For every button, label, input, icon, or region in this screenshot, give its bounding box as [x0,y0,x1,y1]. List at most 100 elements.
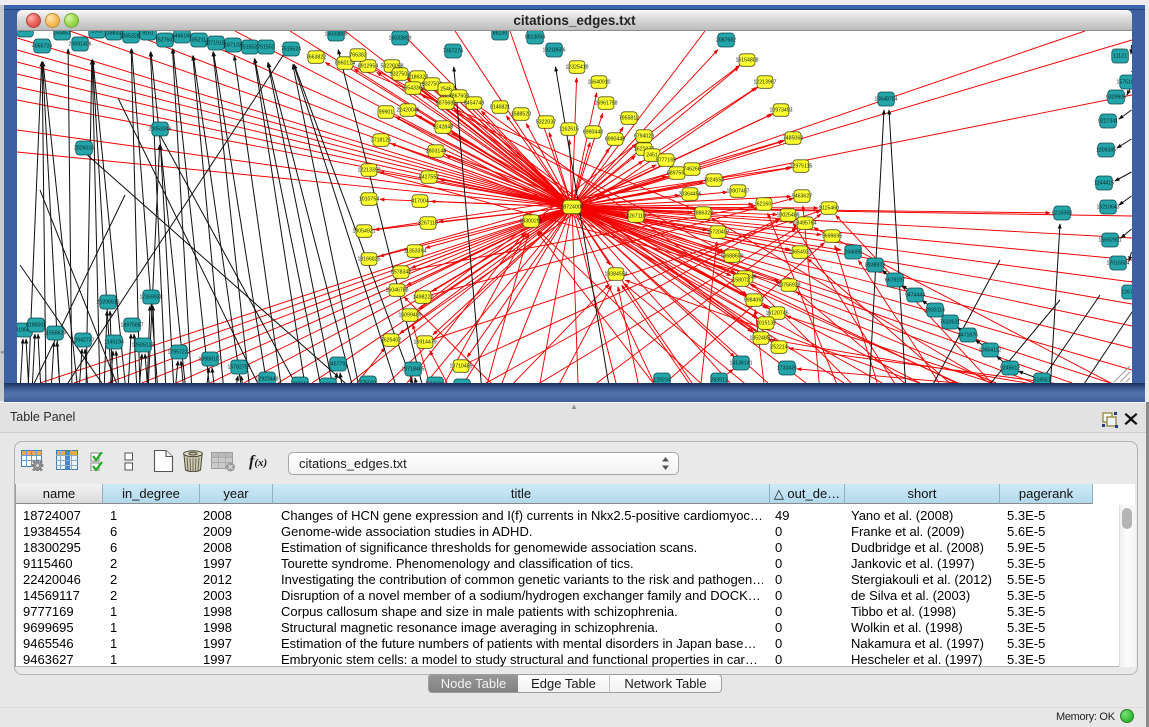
svg-text:7357274: 7357274 [443,49,463,55]
svg-text:8960124: 8960124 [335,61,355,67]
svg-text:13524851: 13524851 [749,336,772,342]
svg-text:252214: 252214 [770,345,787,351]
svg-text:3024554: 3024554 [704,178,724,184]
svg-text:17957223: 17957223 [167,350,190,356]
svg-text:1010754: 1010754 [359,197,379,203]
svg-text:16046788: 16046788 [385,288,408,294]
svg-text:9242848: 9242848 [433,125,453,131]
svg-text:22420046: 22420046 [396,108,419,114]
svg-text:10958107: 10958107 [198,357,221,363]
svg-text:9115460: 9115460 [819,206,839,212]
svg-text:16961758: 16961758 [594,101,617,107]
svg-text:10025488: 10025488 [776,213,799,219]
svg-text:6466160: 6466160 [172,34,192,40]
svg-text:62160: 62160 [757,202,772,208]
svg-text:8578342: 8578342 [391,270,411,276]
svg-text:20756928: 20756928 [777,283,800,289]
svg-text:9329906: 9329906 [1106,95,1126,101]
svg-text:3267110: 3267110 [626,214,646,220]
svg-text:10973493: 10973493 [769,108,792,114]
svg-text:169451: 169451 [53,31,70,37]
svg-text:158072: 158072 [732,278,749,284]
svg-text:8215958: 8215958 [1052,211,1072,217]
svg-text:16154808: 16154808 [735,58,758,64]
svg-text:6679197: 6679197 [885,278,905,284]
svg-text:164095: 164095 [844,250,861,256]
svg-text:9151: 9151 [142,31,154,37]
svg-text:9699695: 9699695 [822,234,842,240]
svg-text:7663822: 7663822 [306,55,326,61]
svg-text:16033809: 16033809 [324,32,347,38]
svg-text:12923448: 12923448 [255,377,278,383]
svg-text:9457791: 9457791 [328,362,348,368]
svg-text:1145194: 1145194 [104,340,124,346]
svg-text:1003: 1003 [91,31,103,35]
svg-text:17359938: 17359938 [139,295,162,301]
svg-text:12942737: 12942737 [71,338,94,344]
svg-text:746266: 746266 [683,167,700,173]
svg-text:19166825: 19166825 [357,257,380,263]
svg-text:751552: 751552 [257,45,274,51]
svg-text:19975887: 19975887 [120,323,143,329]
svg-text:5875685: 5875685 [436,101,456,107]
svg-text:1015132: 1015132 [756,321,776,327]
svg-text:9984067: 9984067 [744,298,764,304]
svg-text:8195001: 8195001 [26,323,46,329]
svg-text:9777169: 9777169 [656,158,676,164]
svg-text:7515524: 7515524 [281,47,301,53]
svg-text:13654923: 13654923 [788,250,811,256]
svg-text:1209385: 1209385 [1096,148,1116,154]
svg-text:9245612: 9245612 [1000,366,1020,372]
svg-text:2803144: 2803144 [426,149,446,155]
svg-text:20364456: 20364456 [678,192,701,198]
svg-text:20053346: 20053346 [148,127,171,133]
svg-text:12505135: 12505135 [131,343,154,349]
svg-text:1162615: 1162615 [559,127,579,133]
svg-text:10648784: 10648784 [874,97,897,103]
svg-text:12325419: 12325419 [565,65,588,71]
svg-text:16099489: 16099489 [398,313,421,319]
svg-text:8813054: 8813054 [525,35,545,41]
svg-text:10653287: 10653287 [119,34,142,40]
svg-text:7632621: 7632621 [940,320,960,326]
svg-text:12975115: 12975115 [790,164,813,170]
svg-text:10688609: 10688609 [720,254,743,260]
svg-text:15751034: 15751034 [1116,80,1132,86]
svg-text:8938923: 8938923 [865,263,885,269]
svg-text:8912954: 8912954 [358,64,378,70]
svg-text:19384554: 19384554 [604,272,627,278]
svg-text:14136141: 14136141 [729,361,752,367]
svg-text:10807487: 10807487 [726,189,749,195]
svg-text:2546: 2546 [440,87,452,93]
svg-text:16120746: 16120746 [765,311,788,317]
svg-text:8471676: 8471676 [958,333,978,339]
svg-text:6990448: 6990448 [605,137,625,143]
svg-text:12213392: 12213392 [357,168,380,174]
svg-text:6794028: 6794028 [634,134,654,140]
svg-text:19218506: 19218506 [542,48,565,54]
svg-text:12213967: 12213967 [753,80,776,86]
svg-text:9146821: 9146821 [490,105,510,111]
svg-text:2087682: 2087682 [716,38,736,44]
svg-text:8427552: 8427552 [419,175,439,181]
svg-text:13710485: 13710485 [449,364,472,370]
svg-text:9463627: 9463627 [792,194,812,200]
svg-text:2026016: 2026016 [74,146,94,152]
svg-text:20206516: 20206516 [96,300,119,306]
svg-text:7886322: 7886322 [693,211,713,217]
svg-text:2055: 2055 [19,31,31,34]
svg-text:16543362: 16543362 [401,86,424,92]
svg-text:7955812: 7955812 [619,116,639,122]
svg-text:16640910: 16640910 [587,80,610,86]
svg-text:6990448: 6990448 [583,130,603,136]
svg-text:1733426: 1733426 [777,366,797,372]
svg-text:11121: 11121 [1113,54,1127,60]
svg-text:1588520: 1588520 [511,112,531,118]
svg-text:7625402: 7625402 [381,338,401,344]
svg-text:13495764: 13495764 [793,221,816,227]
svg-text:11568629: 11568629 [44,331,67,337]
svg-text:15720407: 15720407 [706,230,729,236]
svg-text:16210643: 16210643 [1096,205,1119,211]
svg-text:4055724: 4055724 [32,44,52,50]
svg-text:16914479: 16914479 [413,340,436,346]
